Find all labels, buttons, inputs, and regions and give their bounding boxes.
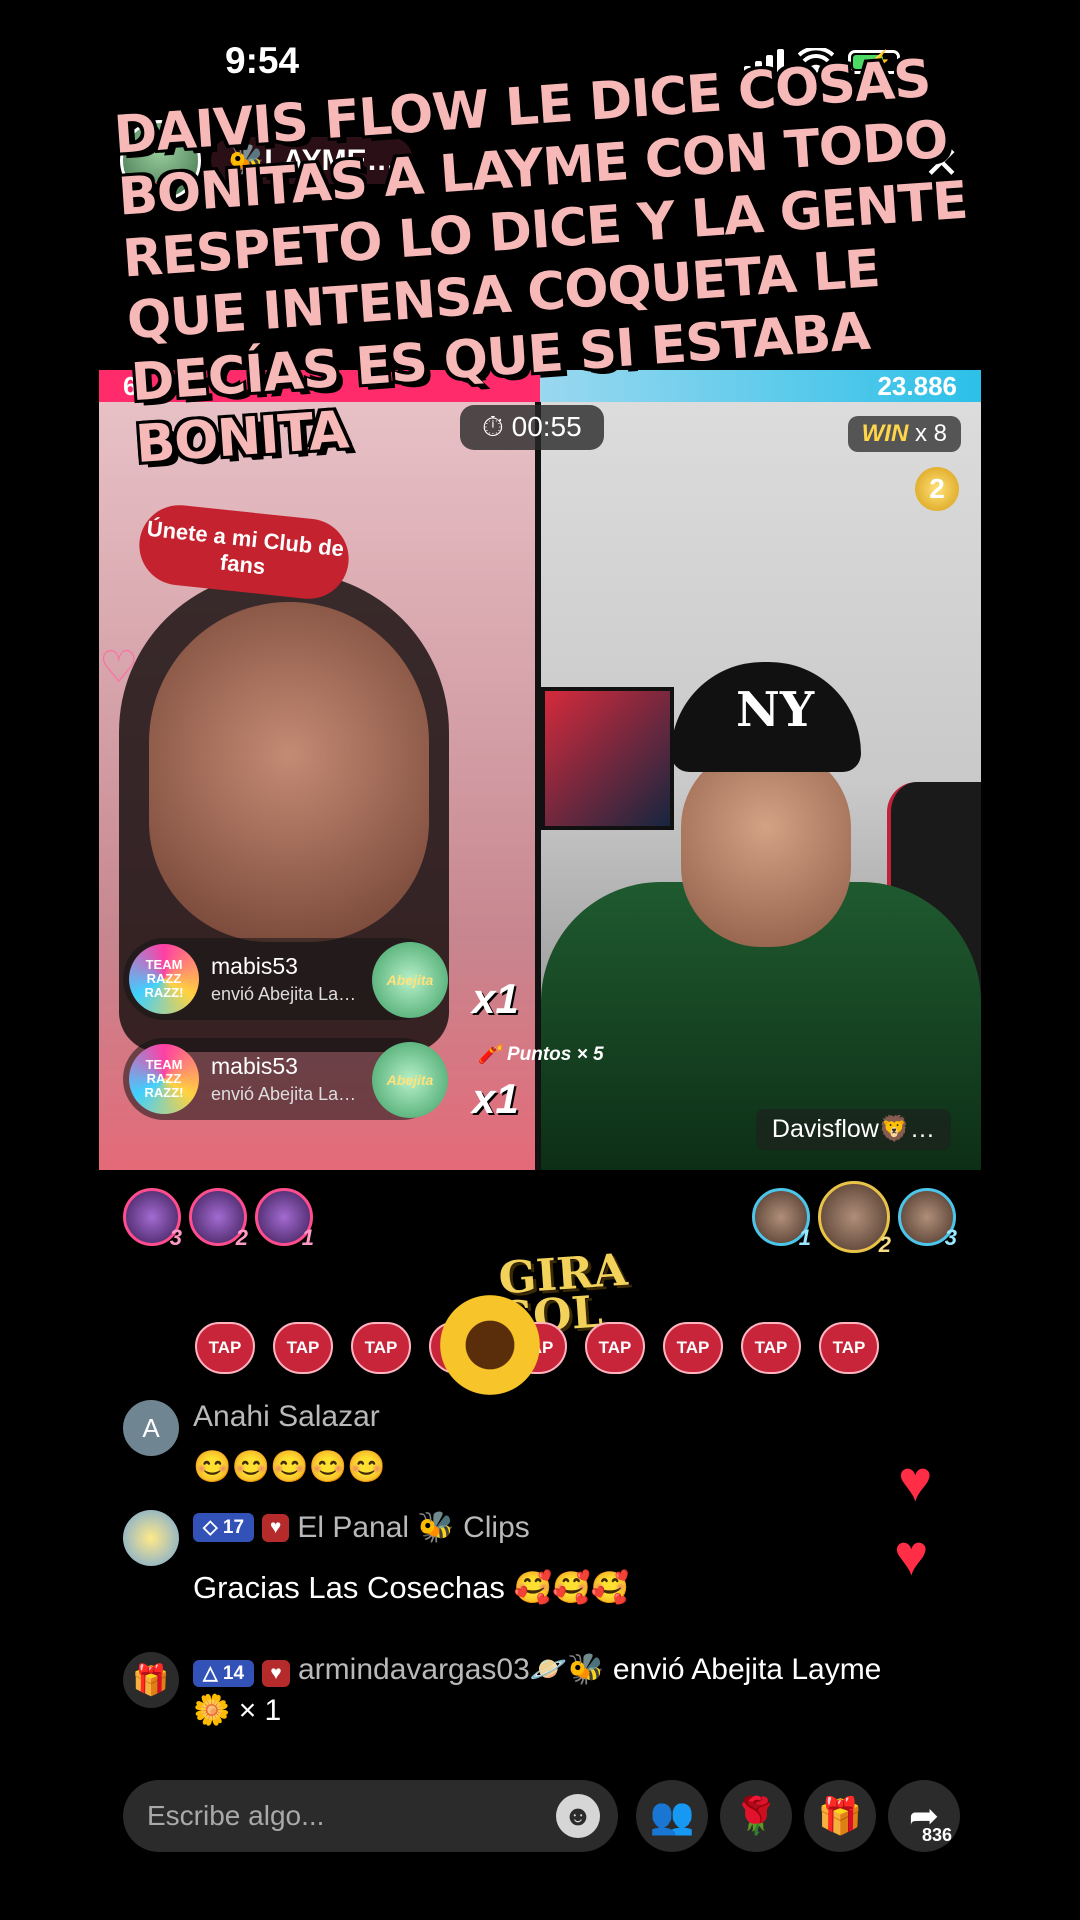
supporter-avatar[interactable]: 2 [189, 1188, 248, 1250]
supporter-avatar[interactable]: 3 [898, 1188, 957, 1250]
tap-heart-icon: TAP [819, 1322, 879, 1374]
emoji-icon[interactable]: ☻ [556, 1794, 600, 1838]
chat-text: 😊😊😊😊😊 [193, 1449, 386, 1484]
left-top-supporters[interactable]: 3 2 1 [123, 1188, 314, 1250]
video-caption: DAIVIS flow LE DICE COSAS BONITAS A LAYM… [112, 48, 970, 476]
chat-message[interactable]: ◇ 17 ♥ El Panal 🐝 Clips Gracias Las Cose… [123, 1510, 629, 1606]
gift-count: x1 [472, 975, 519, 1022]
fan-club-badge: ♥ [262, 1513, 290, 1542]
chat-message[interactable]: A Anahi Salazar 😊😊😊😊😊 [123, 1400, 386, 1485]
supporter-avatar[interactable]: 2 [818, 1181, 891, 1257]
background-tv [541, 687, 674, 830]
share-count: 836 [921, 1825, 952, 1845]
floating-heart-icon: ♥ [898, 1449, 933, 1514]
share-button[interactable]: ➦ 836 [888, 1780, 960, 1852]
tap-heart-icon: TAP [741, 1322, 801, 1374]
rose-icon: 🌹 [733, 1795, 779, 1836]
supporter-rank: 1 [798, 1225, 811, 1250]
abejita-gift-icon: Abejita [372, 1042, 448, 1118]
gift-action: envió Abejita Layme [612, 1653, 882, 1686]
comment-input[interactable] [123, 1799, 556, 1833]
puntos-label: Puntos × 5 [506, 1044, 604, 1065]
chat-avatar[interactable] [123, 1510, 179, 1566]
supporter-avatar[interactable]: 1 [255, 1188, 314, 1250]
supporter-rank: 1 [301, 1225, 314, 1250]
chat-avatar[interactable]: A [123, 1400, 179, 1456]
tap-heart-icon: TAP [273, 1322, 333, 1374]
level-number: 17 [222, 1517, 245, 1538]
opponent-name-tag[interactable]: Davisflow🦁… [755, 1109, 951, 1150]
supporter-avatar[interactable]: 3 [123, 1188, 182, 1250]
sunflower-icon [440, 1295, 540, 1395]
gift-box-icon: 🎁 [123, 1652, 179, 1708]
cap-logo: NY [736, 682, 815, 738]
gift-button[interactable]: 🎁 [804, 1780, 876, 1852]
fan-club-badge: ♥ [262, 1660, 290, 1687]
gift-quantity: × 1 [238, 1694, 282, 1727]
multi-guest-button[interactable]: 👥 [636, 1780, 708, 1852]
gift-description: envió Abejita La… [211, 984, 357, 1004]
right-video-feed[interactable]: NY WIN x 8 2 Davisflow🦁… [541, 402, 981, 1170]
tap-heart-icon: TAP [585, 1322, 645, 1374]
level-number: 14 [222, 1663, 245, 1684]
tap-heart-icon: TAP [351, 1322, 411, 1374]
level-badge: ◇ 17 [193, 1513, 255, 1542]
supporter-rank: 3 [169, 1225, 182, 1250]
level-badge: △ 14 [193, 1660, 255, 1687]
abejita-gift-icon: 🌼 [193, 1694, 231, 1727]
puntos-multiplier: 🧨 Puntos × 5 [478, 1044, 604, 1065]
right-streamer-face [681, 747, 851, 947]
comment-input-wrapper[interactable]: ☻ [123, 1780, 618, 1852]
abejita-gift-icon: Abejita [372, 942, 448, 1018]
gift-count: x1 [472, 1075, 519, 1122]
gift-description: envió Abejita La… [211, 1084, 357, 1104]
gift-chat-message[interactable]: 🎁 △ 14 ♥ armindavargas03🪐🐝 envió Abejita… [123, 1652, 953, 1728]
floating-heart-icon: ♥ [894, 1523, 929, 1588]
right-top-supporters[interactable]: 1 2 3 [752, 1181, 957, 1257]
gift-sender-name: mabis53 [211, 1053, 298, 1079]
supporter-rank: 2 [878, 1232, 891, 1257]
tap-heart-icon: TAP [195, 1322, 255, 1374]
heart-sticker-icon: ♡ [99, 643, 139, 692]
gift-sender-avatar: TEAM RAZZ RAZZ! [129, 1044, 199, 1114]
status-time: 9:54 [225, 40, 300, 81]
fan-club-button[interactable]: Únete a mi Club de fans [135, 501, 353, 603]
chat-username[interactable]: El Panal 🐝 Clips [297, 1510, 529, 1545]
rank-coin-icon: 2 [915, 467, 959, 511]
win-count: x 8 [914, 420, 947, 447]
supporter-avatar[interactable]: 1 [752, 1188, 811, 1250]
gift-notification: TEAM RAZZ RAZZ! mabis53 envió Abejita La… [123, 938, 448, 1020]
rose-gift-button[interactable]: 🌹 [720, 1780, 792, 1852]
chat-username[interactable]: Anahi Salazar [193, 1400, 386, 1434]
supporter-rank: 3 [944, 1225, 957, 1250]
gift-icon: 🎁 [817, 1795, 863, 1836]
gift-sender-name: mabis53 [211, 953, 298, 979]
gift-sender-avatar: TEAM RAZZ RAZZ! [129, 944, 199, 1014]
chat-text: Gracias Las Cosechas 🥰🥰🥰 [193, 1570, 630, 1605]
tap-heart-icon: TAP [663, 1322, 723, 1374]
gift-notification: TEAM RAZZ RAZZ! mabis53 envió Abejita La… [123, 1038, 448, 1120]
users-icon: 👥 [649, 1795, 695, 1836]
left-streamer-face [149, 602, 429, 942]
supporter-rank: 2 [235, 1225, 248, 1250]
chat-username[interactable]: armindavargas03🪐🐝 [298, 1653, 605, 1686]
